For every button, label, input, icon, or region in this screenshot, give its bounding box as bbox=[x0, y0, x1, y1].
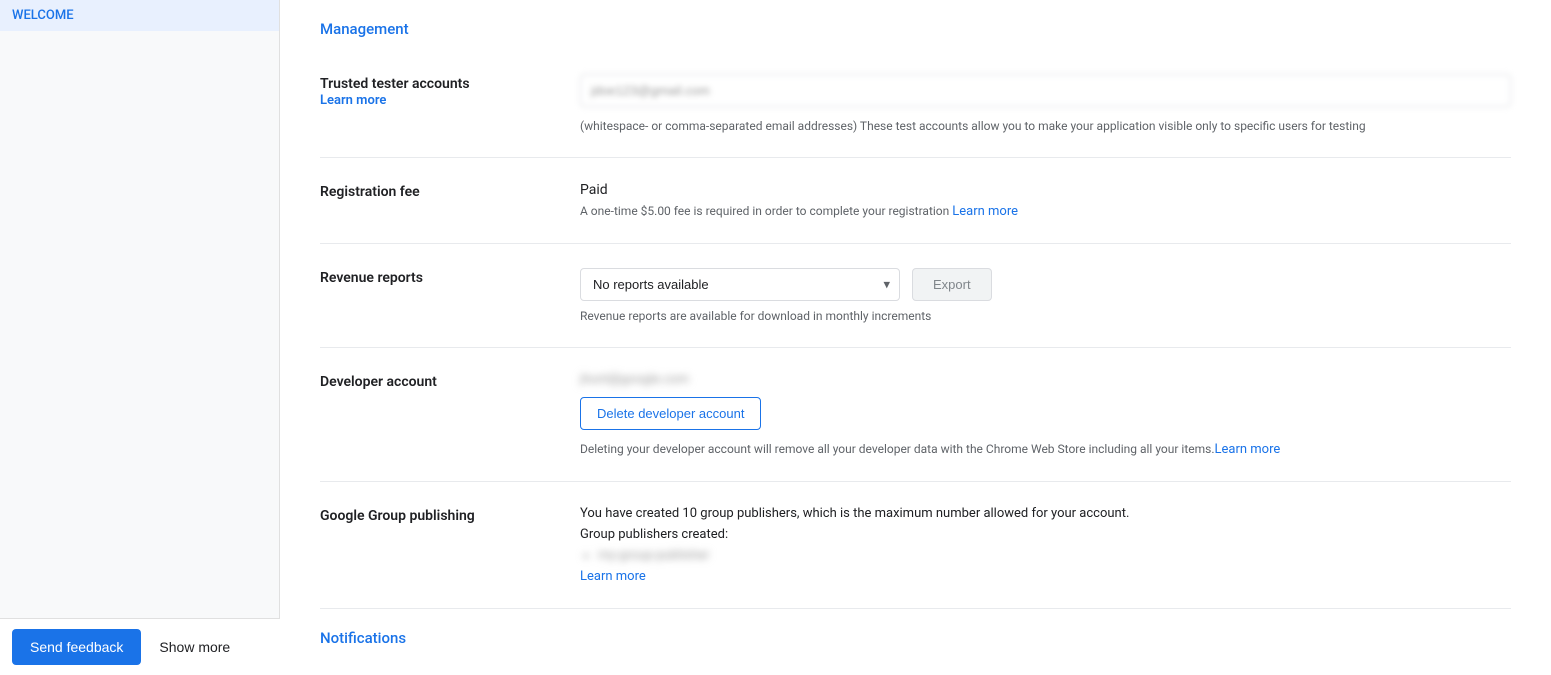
management-heading: Management bbox=[320, 0, 1511, 50]
trusted-tester-hint: (whitespace- or comma-separated email ad… bbox=[580, 119, 1511, 133]
page-wrapper: WELCOME Send feedback Show more Manageme… bbox=[0, 0, 1551, 675]
google-group-publishing-row: Google Group publishing You have created… bbox=[320, 482, 1511, 609]
group-publisher-item: my-group-publisher bbox=[598, 548, 1511, 563]
trusted-tester-input[interactable] bbox=[580, 74, 1511, 107]
trusted-tester-content: (whitespace- or comma-separated email ad… bbox=[580, 74, 1511, 133]
developer-account-learn-more[interactable]: Learn more bbox=[1215, 442, 1281, 457]
trusted-tester-row: Trusted tester accounts Learn more (whit… bbox=[320, 50, 1511, 158]
bottom-bar: Send feedback Show more bbox=[0, 618, 280, 675]
registration-fee-learn-more[interactable]: Learn more bbox=[952, 204, 1018, 219]
revenue-reports-hint: Revenue reports are available for downlo… bbox=[580, 309, 1511, 323]
send-feedback-button[interactable]: Send feedback bbox=[12, 629, 141, 665]
notifications-heading: Notifications bbox=[320, 609, 1511, 647]
group-publishers-list: my-group-publisher bbox=[580, 548, 1511, 563]
google-group-publishing-label: Google Group publishing bbox=[320, 506, 580, 524]
trusted-tester-learn-more[interactable]: Learn more bbox=[320, 93, 386, 108]
welcome-label: WELCOME bbox=[0, 0, 279, 31]
main-content: Management Trusted tester accounts Learn… bbox=[280, 0, 1551, 675]
registration-fee-status: Paid bbox=[580, 182, 1511, 198]
developer-account-email: jhunt@google.com bbox=[580, 372, 689, 387]
trusted-tester-label: Trusted tester accounts bbox=[320, 76, 580, 92]
registration-fee-label: Registration fee bbox=[320, 182, 580, 200]
registration-fee-hint: A one-time $5.00 fee is required in orde… bbox=[580, 204, 1511, 219]
revenue-reports-row: Revenue reports No reports available ▾ E… bbox=[320, 244, 1511, 348]
developer-account-label: Developer account bbox=[320, 372, 580, 390]
google-group-publishing-learn-more[interactable]: Learn more bbox=[580, 569, 646, 584]
show-more-button[interactable]: Show more bbox=[151, 631, 238, 663]
export-button[interactable]: Export bbox=[912, 268, 992, 301]
google-group-publishing-description: You have created 10 group publishers, wh… bbox=[580, 506, 1511, 521]
revenue-select-wrapper: No reports available ▾ bbox=[580, 268, 900, 301]
developer-account-row: Developer account jhunt@google.com Delet… bbox=[320, 348, 1511, 482]
revenue-reports-label: Revenue reports bbox=[320, 268, 580, 286]
revenue-reports-select[interactable]: No reports available bbox=[580, 268, 900, 301]
delete-developer-account-button[interactable]: Delete developer account bbox=[580, 397, 761, 430]
registration-fee-row: Registration fee Paid A one-time $5.00 f… bbox=[320, 158, 1511, 244]
group-publishers-created-label: Group publishers created: bbox=[580, 527, 1511, 542]
developer-account-hint: Deleting your developer account will rem… bbox=[580, 442, 1511, 457]
sidebar: WELCOME Send feedback Show more bbox=[0, 0, 280, 675]
